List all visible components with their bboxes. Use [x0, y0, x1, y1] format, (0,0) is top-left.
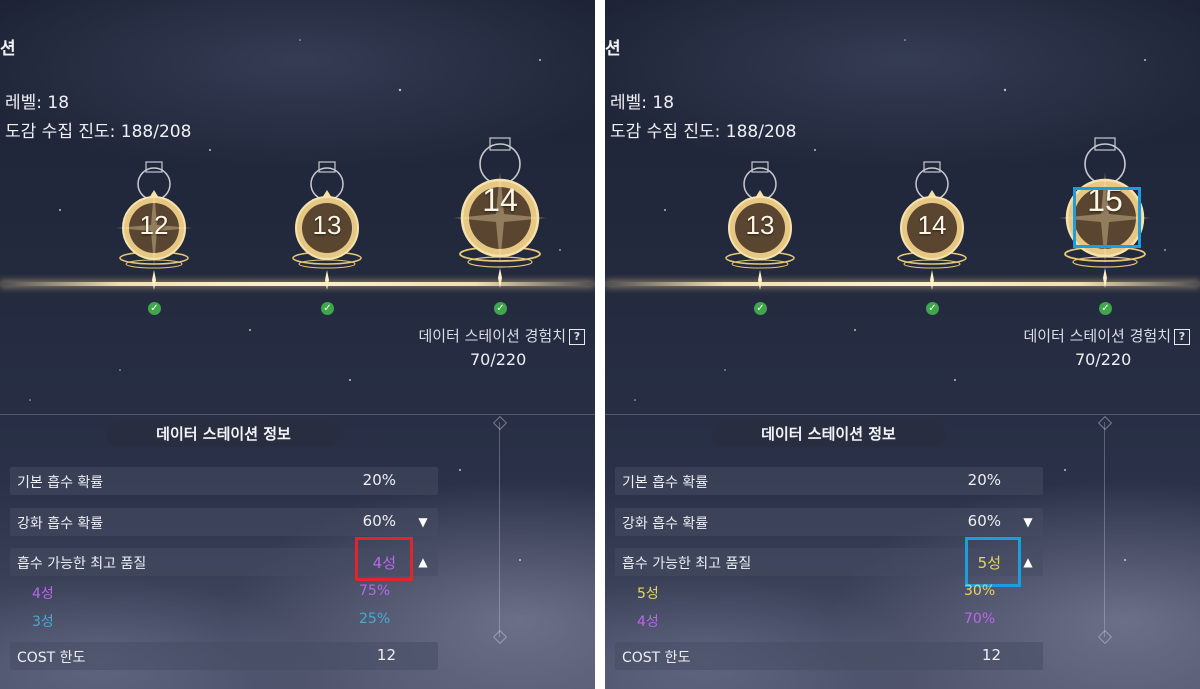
completed-check-icon: ✓: [926, 302, 939, 315]
help-icon[interactable]: ?: [1174, 328, 1190, 345]
section-divider: [0, 414, 595, 415]
chevron-up-icon[interactable]: ▲: [414, 553, 432, 571]
panel-title-fragment: 션: [605, 39, 621, 59]
level-node[interactable]: 13: [705, 152, 815, 302]
quality-sub-label: 5성: [637, 586, 659, 602]
row-value: 12: [376, 646, 396, 664]
quality-sub-value: 30%: [964, 583, 996, 599]
completed-check-icon: ✓: [148, 302, 161, 315]
decorative-diamond-icon: [1097, 415, 1113, 431]
level-node[interactable]: 14: [877, 152, 987, 302]
row-label: 강화 흡수 확률: [622, 516, 709, 532]
row-label: 흡수 가능한 최고 품질: [622, 556, 752, 572]
station-exp-label: 데이터 스테이션 경험치?: [418, 325, 585, 346]
base-absorb-row: 기본 흡수 확률 20%: [10, 467, 438, 495]
completed-check-icon: ✓: [754, 302, 767, 315]
level-node-number: 14: [482, 182, 518, 218]
highlight-box: [1073, 187, 1141, 248]
level-node-number: 14: [917, 210, 947, 240]
station-panel-right: 션 레벨: 18 도감 수집 진도: 188/208 13 14 15 ✓ ✓ …: [605, 0, 1200, 689]
quality-sub-label: 4성: [637, 614, 659, 630]
row-label: 기본 흡수 확률: [17, 475, 104, 491]
chevron-up-icon[interactable]: ▲: [1019, 553, 1037, 571]
completed-check-icon: ✓: [1099, 302, 1112, 315]
quality-sub-value: 70%: [964, 611, 996, 627]
cost-limit-row: COST 한도 12: [615, 642, 1043, 670]
level-node[interactable]: 13: [272, 152, 382, 302]
row-label: COST 한도: [17, 650, 86, 666]
level-node-number: 13: [745, 210, 775, 240]
completed-check-icon: ✓: [494, 302, 507, 315]
quality-sub-value: 25%: [359, 611, 391, 627]
station-exp-value: 70/220: [1075, 350, 1132, 369]
station-level-text: 레벨: 18: [610, 93, 675, 113]
level-node-number: 13: [312, 210, 342, 240]
quality-sub-value: 75%: [359, 583, 391, 599]
station-exp-label: 데이터 스테이션 경험치?: [1023, 325, 1190, 346]
decorative-line: [1104, 422, 1105, 637]
section-title: 데이터 스테이션 정보: [712, 421, 945, 447]
level-node-number: 12: [139, 210, 169, 240]
enhanced-absorb-row[interactable]: 강화 흡수 확률 60% ▼: [10, 508, 438, 536]
base-absorb-row: 기본 흡수 확률 20%: [615, 467, 1043, 495]
row-value: 20%: [967, 471, 1001, 489]
level-node-current[interactable]: 14: [445, 132, 555, 288]
row-label: 흡수 가능한 최고 품질: [17, 556, 147, 572]
enhanced-absorb-row[interactable]: 강화 흡수 확률 60% ▼: [615, 508, 1043, 536]
decorative-diamond-icon: [1097, 629, 1113, 645]
row-value: 12: [981, 646, 1001, 664]
row-label: 기본 흡수 확률: [622, 475, 709, 491]
station-panel-left: 션 레벨: 18 도감 수집 진도: 188/208 12 13 14 ✓ ✓ …: [0, 0, 595, 689]
collection-progress-text: 도감 수집 진도: 188/208: [5, 122, 192, 142]
decorative-diamond-icon: [492, 415, 508, 431]
highlight-box: [965, 537, 1021, 587]
section-title: 데이터 스테이션 정보: [107, 421, 340, 447]
row-label: COST 한도: [622, 650, 691, 666]
row-value: 20%: [362, 471, 396, 489]
row-label: 강화 흡수 확률: [17, 516, 104, 532]
quality-sub-label: 4성: [32, 586, 54, 602]
station-level-text: 레벨: 18: [5, 93, 70, 113]
quality-sub-label: 3성: [32, 614, 54, 630]
chevron-down-icon[interactable]: ▼: [414, 513, 432, 531]
collection-progress-text: 도감 수집 진도: 188/208: [610, 122, 797, 142]
cost-limit-row: COST 한도 12: [10, 642, 438, 670]
row-value: 60%: [967, 512, 1001, 530]
decorative-diamond-icon: [492, 629, 508, 645]
panel-title-fragment: 션: [0, 39, 16, 59]
level-node[interactable]: 12: [99, 152, 209, 302]
chevron-down-icon[interactable]: ▼: [1019, 513, 1037, 531]
section-divider: [605, 414, 1200, 415]
row-value: 60%: [362, 512, 396, 530]
help-icon[interactable]: ?: [569, 328, 585, 345]
highlight-box: [355, 537, 413, 581]
decorative-line: [499, 422, 500, 637]
completed-check-icon: ✓: [321, 302, 334, 315]
station-exp-value: 70/220: [470, 350, 527, 369]
